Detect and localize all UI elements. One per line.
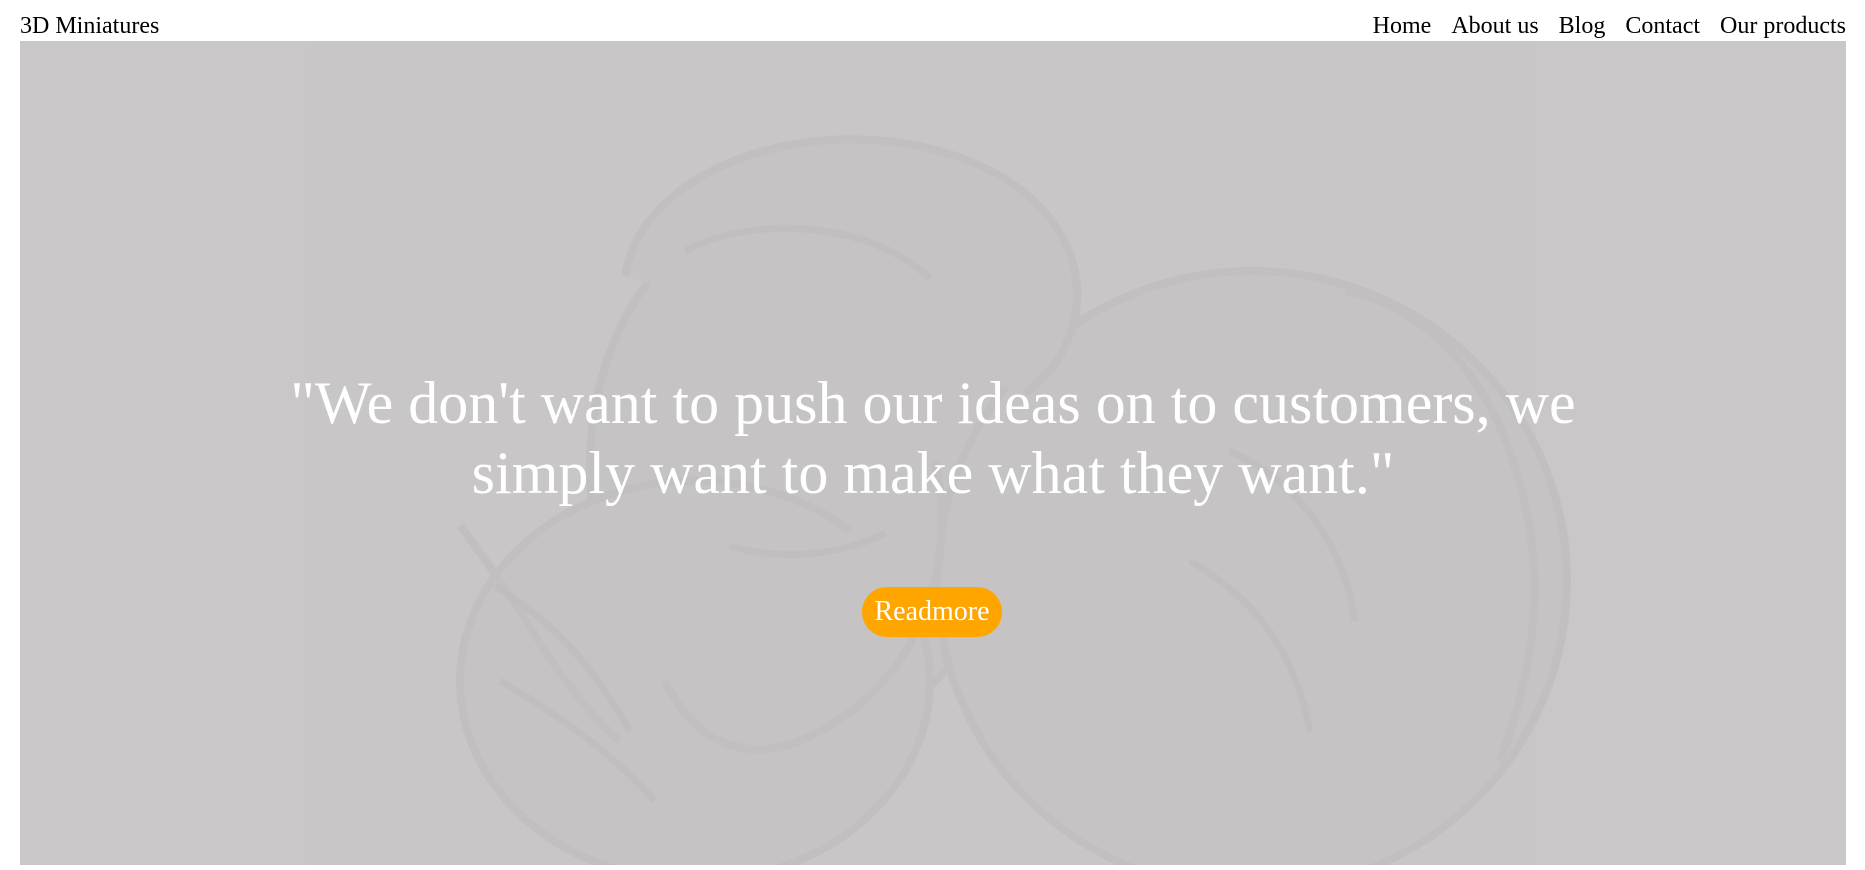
hero-quote: "We don't want to push our ideas on to c… — [290, 370, 1576, 506]
nav-our-products-link[interactable]: Our products — [1720, 11, 1846, 41]
site-brand: 3D Miniatures — [20, 13, 160, 39]
site-header: 3D Miniatures Home About us Blog Contact… — [20, 0, 1846, 41]
nav-blog-link[interactable]: Blog — [1559, 11, 1606, 41]
readmore-button[interactable]: Readmore — [862, 587, 1002, 637]
nav-about-us-link[interactable]: About us — [1451, 11, 1538, 41]
page: 3D Miniatures Home About us Blog Contact… — [0, 0, 1865, 870]
main-nav: Home About us Blog Contact Our products — [1373, 11, 1846, 41]
nav-contact-link[interactable]: Contact — [1625, 11, 1700, 41]
hero-section: "We don't want to push our ideas on to c… — [20, 41, 1846, 865]
nav-home-link[interactable]: Home — [1373, 11, 1432, 41]
